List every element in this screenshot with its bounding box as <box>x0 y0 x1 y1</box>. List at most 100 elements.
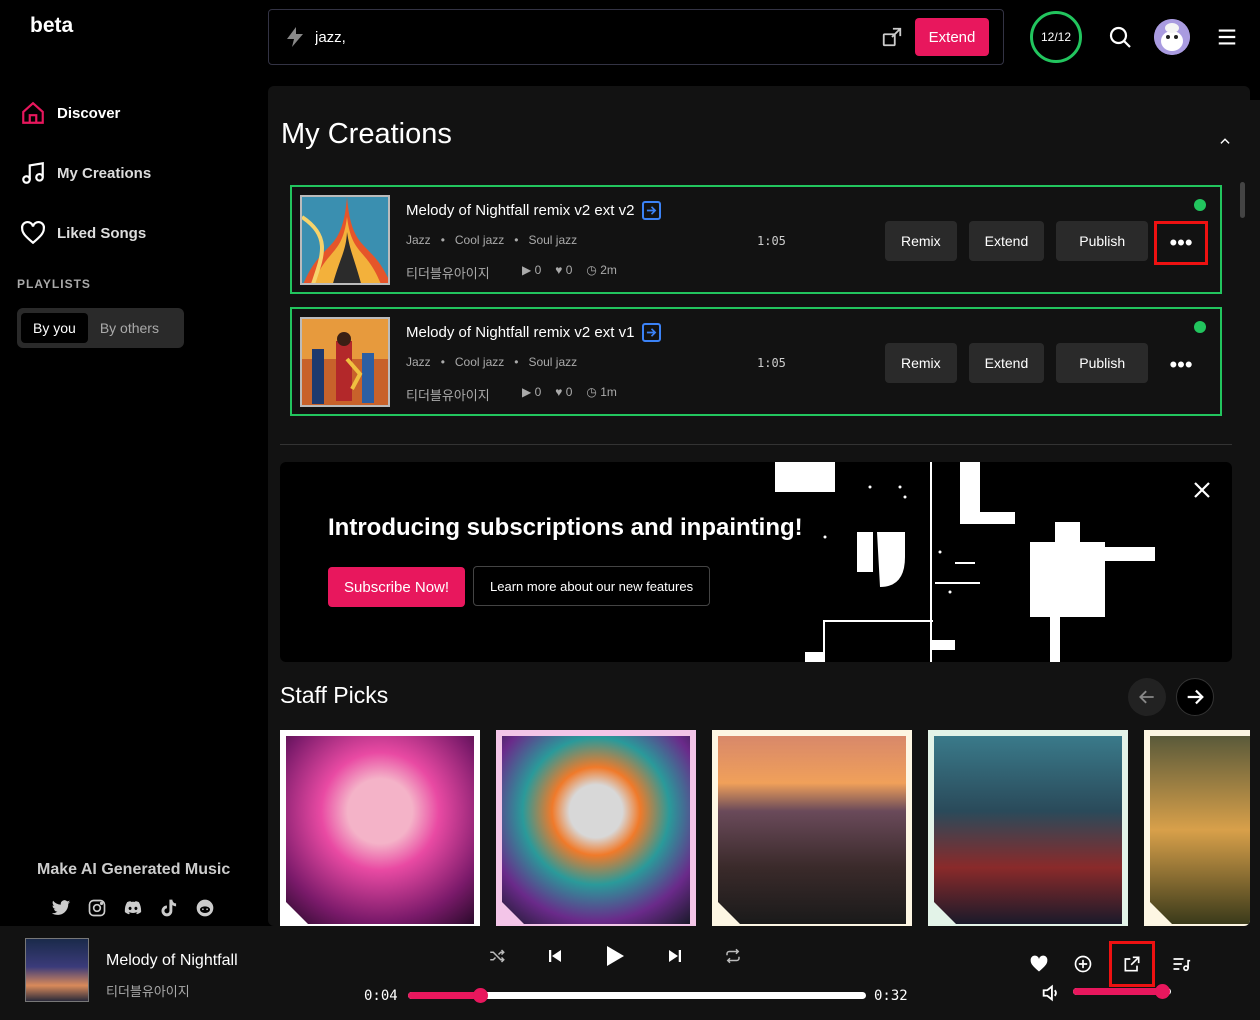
arrow-left-icon[interactable] <box>1128 678 1166 716</box>
now-playing-title[interactable]: Melody of Nightfall <box>106 952 238 970</box>
play-count-icon: ▶ <box>522 385 532 399</box>
like-count-icon: ♥ <box>555 263 563 277</box>
track-title[interactable]: Melody of Nightfall remix v2 ext v1 <box>406 323 662 342</box>
staff-pick-card[interactable] <box>280 730 480 926</box>
scrollbar[interactable] <box>1240 182 1245 218</box>
divider <box>280 444 1232 445</box>
prompt-input[interactable] <box>315 28 881 46</box>
learn-more-button[interactable]: Learn more about our new features <box>473 566 711 606</box>
more-options-button[interactable]: ••• <box>1154 343 1208 387</box>
more-options-button[interactable]: ••• <box>1154 221 1208 265</box>
volume-slider[interactable] <box>1073 984 1171 999</box>
add-icon[interactable] <box>1068 949 1098 979</box>
staff-pick-card[interactable] <box>1144 730 1250 926</box>
track-age: 1m <box>600 385 617 399</box>
discord-icon[interactable] <box>122 897 144 919</box>
search-icon[interactable] <box>1108 25 1132 49</box>
track-author[interactable]: 티더블유아이지 <box>406 263 490 282</box>
progress-slider[interactable] <box>408 988 866 1003</box>
staff-pick-card[interactable] <box>712 730 912 926</box>
ellipsis-icon: ••• <box>1169 230 1193 255</box>
tag[interactable]: Cool jazz <box>455 355 504 369</box>
open-track-icon[interactable] <box>642 201 662 220</box>
avatar[interactable] <box>1154 19 1190 55</box>
lightning-icon <box>287 27 303 47</box>
logo-beta: beta <box>30 14 74 37</box>
arrow-right-icon[interactable] <box>1176 678 1214 716</box>
promo-banner: Introducing subscriptions and inpainting… <box>280 462 1232 662</box>
sidebar-item-my-creations[interactable]: My Creations <box>20 156 250 190</box>
extend-button[interactable]: Extend <box>915 18 989 56</box>
udio-logo[interactable]: udio beta <box>24 14 1260 940</box>
main-panel: My Creations Melody of Nightfall remix v… <box>268 86 1250 926</box>
heart-icon[interactable] <box>1024 949 1054 979</box>
tab-by-others[interactable]: By others <box>88 313 171 343</box>
previous-icon[interactable] <box>546 947 564 965</box>
music-note-icon <box>22 161 44 184</box>
tab-by-you[interactable]: By you <box>21 313 88 343</box>
track-row[interactable]: Melody of Nightfall remix v2 ext v1 Jazz… <box>290 307 1222 416</box>
track-age: 2m <box>600 263 617 277</box>
track-row[interactable]: Melody of Nightfall remix v2 ext v2 Jazz… <box>290 185 1222 294</box>
track-stats: ▶ 0 ♥ 0 ◷ 1m <box>522 385 617 399</box>
clock-icon: ◷ <box>586 385 597 399</box>
queue-icon[interactable] <box>1166 949 1196 979</box>
tag[interactable]: Soul jazz <box>528 233 577 247</box>
extend-track-button[interactable]: Extend <box>968 221 1045 261</box>
staff-pick-card[interactable] <box>928 730 1128 926</box>
like-count-icon: ♥ <box>555 385 563 399</box>
shuffle-icon[interactable] <box>488 947 506 965</box>
volume-icon[interactable] <box>1040 982 1062 1004</box>
track-title-text: Melody of Nightfall remix v2 ext v2 <box>406 202 635 219</box>
remix-button[interactable]: Remix <box>885 221 957 261</box>
play-count-icon: ▶ <box>522 263 532 277</box>
extend-track-button[interactable]: Extend <box>968 343 1045 383</box>
now-playing-cover[interactable] <box>25 938 89 1002</box>
open-track-icon[interactable] <box>642 323 662 342</box>
home-icon <box>22 101 44 124</box>
tag[interactable]: Cool jazz <box>455 233 504 247</box>
footer-tagline: Make AI Generated Music <box>37 861 231 878</box>
play-icon[interactable] <box>604 944 626 968</box>
tag[interactable]: Soul jazz <box>528 355 577 369</box>
subscribe-button[interactable]: Subscribe Now! <box>328 567 466 607</box>
status-indicator <box>1194 199 1206 211</box>
banner-artwork <box>775 462 1155 662</box>
elapsed-time: 0:04 <box>364 988 398 1004</box>
next-icon[interactable] <box>666 947 684 965</box>
reddit-icon[interactable] <box>194 897 216 919</box>
staff-picks-title: Staff Picks <box>280 682 389 708</box>
now-playing-author[interactable]: 티더블유아이지 <box>106 981 190 1000</box>
tag[interactable]: Jazz <box>406 355 431 369</box>
sidebar-item-discover[interactable]: Discover <box>20 96 250 130</box>
track-title[interactable]: Melody of Nightfall remix v2 ext v2 <box>406 201 662 220</box>
staff-picks-list <box>280 730 1250 926</box>
repeat-icon[interactable] <box>724 947 742 965</box>
close-icon[interactable] <box>1192 480 1212 500</box>
tiktok-icon[interactable] <box>158 897 180 919</box>
heart-icon <box>21 220 45 245</box>
extend-mode-icon[interactable] <box>881 26 903 48</box>
sidebar-item-label: Liked Songs <box>57 224 147 242</box>
tag[interactable]: Jazz <box>406 233 431 247</box>
chevron-up-icon[interactable] <box>1218 134 1232 148</box>
open-external-icon[interactable] <box>1109 941 1155 987</box>
publish-button[interactable]: Publish <box>1056 343 1149 383</box>
credits-indicator[interactable]: 12/12 <box>1030 11 1082 63</box>
hamburger-menu-icon[interactable] <box>1216 26 1238 48</box>
ellipsis-icon: ••• <box>1169 352 1193 377</box>
instagram-icon[interactable] <box>86 897 108 919</box>
track-title-text: Melody of Nightfall remix v2 ext v1 <box>406 324 635 341</box>
sidebar-item-liked-songs[interactable]: Liked Songs <box>20 216 250 250</box>
play-count: 0 <box>534 385 542 399</box>
track-author[interactable]: 티더블유아이지 <box>406 385 490 404</box>
twitter-icon[interactable] <box>50 897 72 919</box>
publish-button[interactable]: Publish <box>1056 221 1149 261</box>
sidebar-item-label: My Creations <box>57 164 152 182</box>
like-count: 0 <box>565 263 573 277</box>
staff-pick-card[interactable] <box>496 730 696 926</box>
playlist-toggle: By you By others <box>17 308 184 348</box>
remix-button[interactable]: Remix <box>885 343 957 383</box>
prompt-bar: Extend <box>268 9 1004 65</box>
clock-icon: ◷ <box>586 263 597 277</box>
